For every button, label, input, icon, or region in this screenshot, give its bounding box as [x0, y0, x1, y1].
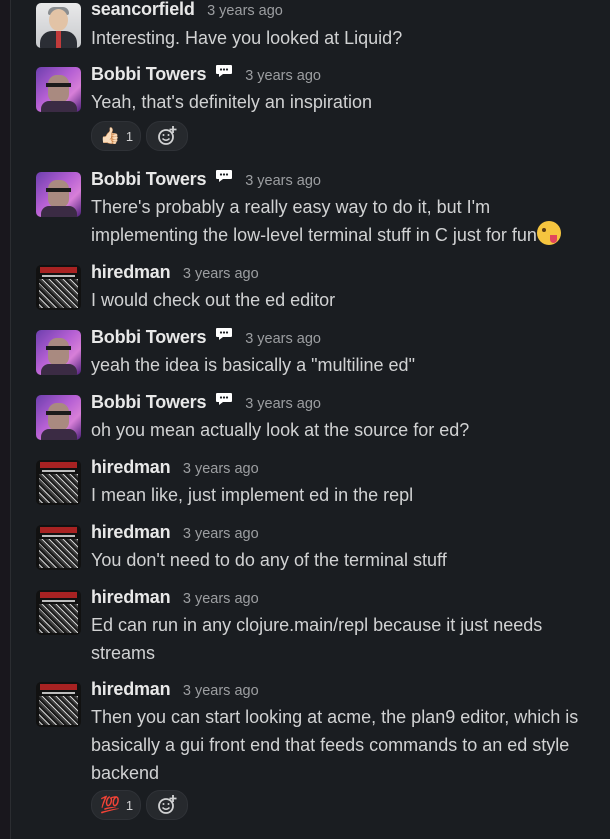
timestamp[interactable]: 3 years ago	[207, 3, 283, 19]
author-name[interactable]: hiredman	[91, 457, 171, 477]
timestamp[interactable]: 3 years ago	[183, 266, 259, 282]
message-text: There's probably a really easy way to do…	[91, 197, 537, 245]
message-text: I mean like, just implement ed in the re…	[91, 485, 414, 505]
timestamp[interactable]: 3 years ago	[183, 591, 259, 607]
avatar[interactable]	[36, 330, 81, 375]
message-text: Ed can run in any clojure.main/repl beca…	[91, 615, 543, 663]
speech-bubble-icon	[215, 391, 233, 412]
reaction-count: 1	[125, 128, 134, 144]
author-name[interactable]: seancorfield	[91, 0, 195, 19]
message-text: yeah the idea is basically a "multiline …	[91, 355, 415, 375]
author-name[interactable]: hiredman	[91, 587, 171, 607]
message: hiredman 3 years ago You don't need to d…	[36, 522, 602, 576]
message: hiredman 3 years ago I mean like, just i…	[36, 457, 602, 511]
timestamp[interactable]: 3 years ago	[183, 683, 259, 699]
message-text: I would check out the ed editor	[91, 290, 336, 310]
avatar[interactable]	[36, 67, 81, 112]
avatar[interactable]	[36, 265, 81, 310]
message: Bobbi Towers 3 years ago yeah the idea i…	[36, 327, 602, 381]
message: seancorfield 3 years ago Interesting. Ha…	[36, 0, 602, 56]
message: hiredman 3 years ago Then you can start …	[36, 679, 602, 824]
message-text-container: There's probably a really easy way to do…	[91, 193, 602, 249]
message: hiredman 3 years ago Ed can run in any c…	[36, 587, 602, 669]
avatar[interactable]	[36, 3, 81, 48]
timestamp[interactable]: 3 years ago	[183, 526, 259, 542]
speech-bubble-icon	[215, 168, 233, 189]
add-emoji-icon	[158, 795, 177, 814]
reaction-pill[interactable]: 👍🏻 1	[91, 121, 141, 151]
message: Bobbi Towers 3 years ago Yeah, that's de…	[36, 64, 602, 154]
message-text: Then you can start looking at acme, the …	[91, 707, 579, 783]
thumbs-up-icon: 👍🏻	[100, 128, 120, 145]
author-name[interactable]: hiredman	[91, 679, 171, 699]
author-name[interactable]: hiredman	[91, 262, 171, 282]
reaction-count: 1	[125, 797, 134, 813]
timestamp[interactable]: 3 years ago	[245, 173, 321, 189]
message-text: oh you mean actually look at the source …	[91, 420, 470, 440]
timestamp[interactable]: 3 years ago	[245, 331, 321, 347]
avatar[interactable]	[36, 460, 81, 505]
message-text: Interesting. Have you looked at Liquid?	[91, 28, 403, 48]
speech-bubble-icon	[215, 326, 233, 347]
message: Bobbi Towers 3 years ago There's probabl…	[36, 169, 602, 249]
author-name[interactable]: hiredman	[91, 522, 171, 542]
avatar[interactable]	[36, 525, 81, 570]
message-text: Yeah, that's definitely an inspiration	[91, 92, 372, 112]
avatar[interactable]	[36, 682, 81, 727]
add-reaction-button[interactable]	[146, 790, 188, 820]
avatar[interactable]	[36, 172, 81, 217]
left-edge-bar	[0, 0, 11, 839]
timestamp[interactable]: 3 years ago	[245, 396, 321, 412]
speech-bubble-icon	[215, 63, 233, 84]
author-name[interactable]: Bobbi Towers	[91, 169, 206, 189]
message: Bobbi Towers 3 years ago oh you mean act…	[36, 392, 602, 446]
avatar[interactable]	[36, 395, 81, 440]
avatar[interactable]	[36, 590, 81, 635]
winking-face-tongue-icon	[536, 221, 561, 245]
timestamp[interactable]: 3 years ago	[183, 461, 259, 477]
hundred-points-icon: 💯	[100, 797, 120, 814]
timestamp[interactable]: 3 years ago	[245, 68, 321, 84]
message: hiredman 3 years ago I would check out t…	[36, 262, 602, 316]
reaction-pill[interactable]: 💯 1	[91, 790, 141, 820]
author-name[interactable]: Bobbi Towers	[91, 64, 206, 84]
add-emoji-icon	[158, 126, 177, 145]
add-reaction-button[interactable]	[146, 121, 188, 151]
author-name[interactable]: Bobbi Towers	[91, 327, 206, 347]
message-text: You don't need to do any of the terminal…	[91, 550, 447, 570]
author-name[interactable]: Bobbi Towers	[91, 392, 206, 412]
